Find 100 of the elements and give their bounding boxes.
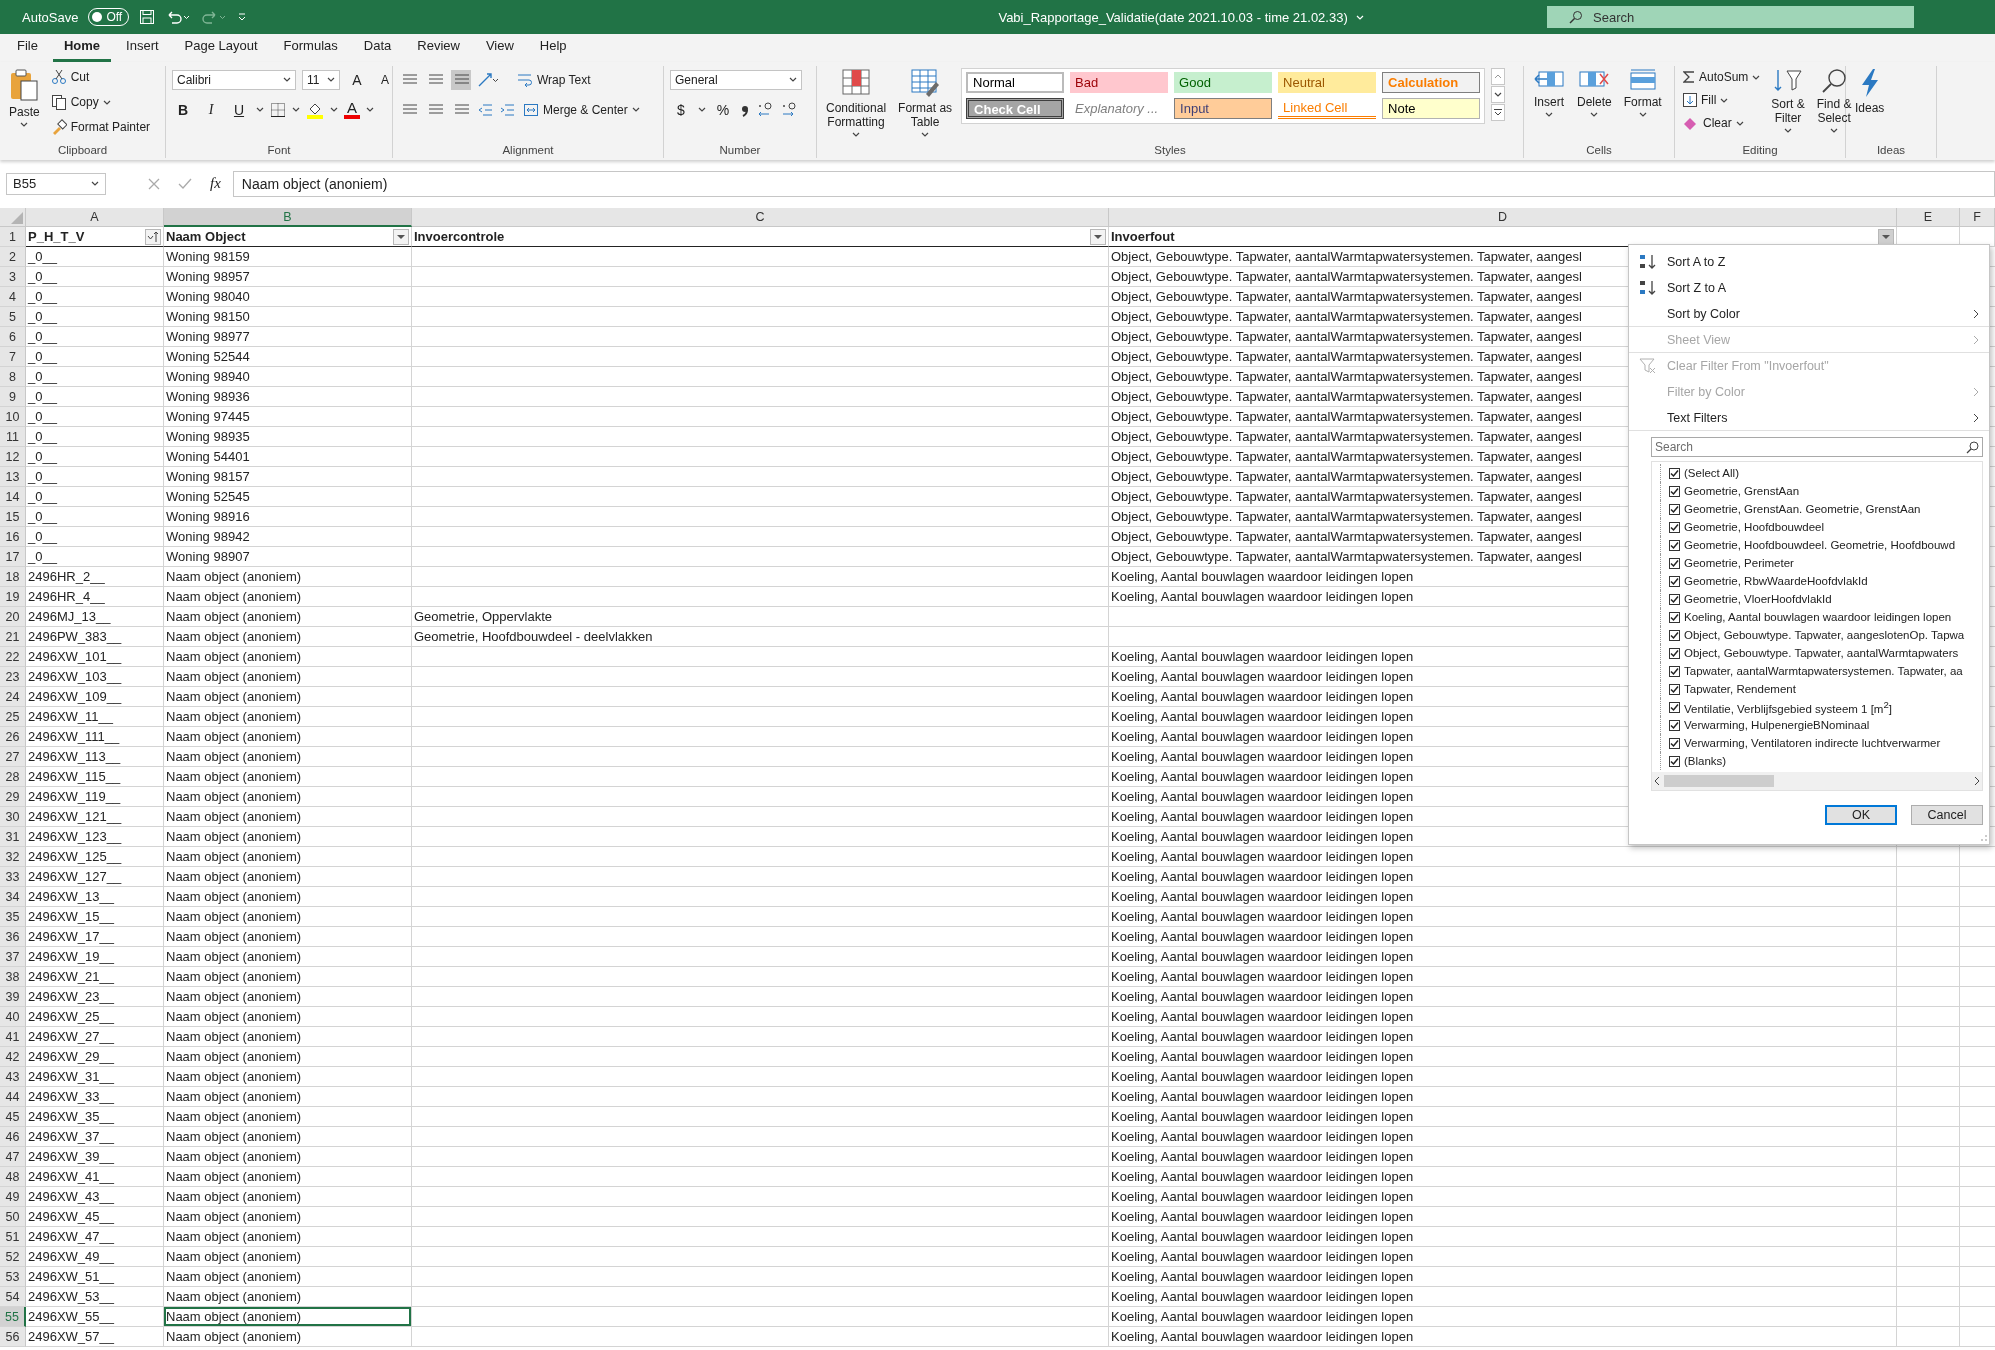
cell-style-option[interactable]: Note bbox=[1382, 98, 1481, 119]
row-header[interactable]: 51 bbox=[0, 1227, 26, 1247]
fill-button[interactable]: Fill bbox=[1681, 89, 1763, 111]
cell-style-option[interactable]: Good bbox=[1174, 72, 1273, 93]
row-header[interactable]: 22 bbox=[0, 647, 26, 667]
menu-item[interactable]: Sort A to Z bbox=[1629, 249, 1989, 275]
row-header[interactable]: 52 bbox=[0, 1247, 26, 1267]
cell-style-option[interactable]: Bad bbox=[1070, 72, 1169, 93]
row-header[interactable]: 31 bbox=[0, 827, 26, 847]
row-header[interactable]: 14 bbox=[0, 487, 26, 507]
row-header[interactable]: 28 bbox=[0, 767, 26, 787]
column-header[interactable]: C bbox=[412, 208, 1109, 227]
row-header[interactable]: 42 bbox=[0, 1047, 26, 1067]
checkbox[interactable] bbox=[1669, 521, 1680, 533]
ribbon-tab[interactable]: Formulas bbox=[272, 34, 349, 62]
row-header[interactable]: 7 bbox=[0, 347, 26, 367]
column-header[interactable]: D bbox=[1109, 208, 1897, 227]
row-header[interactable]: 34 bbox=[0, 887, 26, 907]
row-header[interactable]: 56 bbox=[0, 1327, 26, 1347]
row-header[interactable]: 25 bbox=[0, 707, 26, 727]
format-painter-button[interactable]: Format Painter bbox=[48, 116, 153, 138]
dialog-button[interactable]: Cancel bbox=[1911, 805, 1983, 825]
row-header[interactable]: 54 bbox=[0, 1287, 26, 1307]
number-format-dropdown[interactable]: General bbox=[670, 69, 802, 90]
row-header[interactable]: 38 bbox=[0, 967, 26, 987]
bold-button[interactable]: B bbox=[172, 98, 194, 121]
autosum-button[interactable]: AutoSum bbox=[1681, 66, 1763, 88]
filter-button[interactable] bbox=[1878, 228, 1894, 245]
row-header[interactable]: 18 bbox=[0, 567, 26, 587]
checkbox[interactable] bbox=[1669, 755, 1680, 767]
font-size-dropdown[interactable]: 11 bbox=[302, 69, 340, 90]
cell-style-option[interactable]: Input bbox=[1174, 98, 1273, 119]
checkbox[interactable] bbox=[1669, 683, 1680, 695]
row-header[interactable]: 23 bbox=[0, 667, 26, 687]
checkbox[interactable] bbox=[1669, 665, 1680, 677]
ribbon-tab[interactable]: Review bbox=[406, 34, 471, 62]
row-header[interactable]: 33 bbox=[0, 867, 26, 887]
filter-button[interactable] bbox=[393, 228, 409, 245]
name-box[interactable]: B55 bbox=[6, 172, 106, 195]
borders-icon[interactable] bbox=[270, 101, 286, 118]
row-header[interactable]: 26 bbox=[0, 727, 26, 747]
insert-function-button[interactable]: fx bbox=[210, 175, 221, 192]
row-header[interactable]: 5 bbox=[0, 307, 26, 327]
row-header[interactable]: 12 bbox=[0, 447, 26, 467]
ribbon-tab[interactable]: Page Layout bbox=[173, 34, 269, 62]
row-header[interactable]: 4 bbox=[0, 287, 26, 307]
filter-button[interactable] bbox=[1090, 228, 1106, 245]
row-header[interactable]: 44 bbox=[0, 1087, 26, 1107]
row-header[interactable]: 10 bbox=[0, 407, 26, 427]
search-field[interactable]: Search bbox=[1547, 6, 1914, 28]
row-header[interactable]: 45 bbox=[0, 1107, 26, 1127]
row-header[interactable]: 9 bbox=[0, 387, 26, 407]
row-header[interactable]: 1 bbox=[0, 227, 26, 247]
format-as-table-button[interactable]: Format as Table bbox=[895, 66, 956, 139]
sort-filter-button[interactable]: Sort & Filter bbox=[1768, 66, 1808, 135]
row-header[interactable]: 46 bbox=[0, 1127, 26, 1147]
merge-center-button[interactable]: Merge & Center bbox=[521, 98, 642, 121]
ideas-button[interactable]: Ideas bbox=[1852, 66, 1888, 117]
row-header[interactable]: 29 bbox=[0, 787, 26, 807]
column-header[interactable]: E bbox=[1897, 208, 1960, 227]
decrease-decimal-icon[interactable] bbox=[780, 101, 798, 118]
format-cells-button[interactable]: Format bbox=[1620, 66, 1665, 119]
row-header[interactable]: 32 bbox=[0, 847, 26, 867]
row-header[interactable]: 37 bbox=[0, 947, 26, 967]
row-header[interactable]: 35 bbox=[0, 907, 26, 927]
checkbox[interactable] bbox=[1669, 503, 1680, 515]
save-icon[interactable] bbox=[139, 9, 156, 25]
row-header[interactable]: 8 bbox=[0, 367, 26, 387]
checkbox[interactable] bbox=[1669, 593, 1680, 605]
wrap-text-button[interactable]: Wrap Text bbox=[515, 68, 593, 91]
row-header[interactable]: 13 bbox=[0, 467, 26, 487]
row-header[interactable]: 20 bbox=[0, 607, 26, 627]
row-header[interactable]: 49 bbox=[0, 1187, 26, 1207]
menu-item[interactable]: Sort by Color bbox=[1629, 301, 1989, 327]
row-header[interactable]: 55 bbox=[0, 1307, 26, 1327]
checkbox[interactable] bbox=[1669, 557, 1680, 569]
increase-decimal-icon[interactable] bbox=[756, 101, 774, 118]
column-header[interactable]: A bbox=[26, 208, 164, 227]
checkbox[interactable] bbox=[1669, 485, 1680, 497]
row-header[interactable]: 3 bbox=[0, 267, 26, 287]
checkbox[interactable] bbox=[1669, 575, 1680, 587]
ribbon-tab[interactable]: View bbox=[474, 34, 525, 62]
row-header[interactable]: 21 bbox=[0, 627, 26, 647]
find-select-button[interactable]: Find & Select bbox=[1813, 66, 1855, 135]
checkbox[interactable] bbox=[1669, 467, 1680, 479]
row-header[interactable]: 27 bbox=[0, 747, 26, 767]
checkbox[interactable] bbox=[1669, 539, 1680, 551]
row-header[interactable]: 24 bbox=[0, 687, 26, 707]
row-header[interactable]: 47 bbox=[0, 1147, 26, 1167]
copy-button[interactable]: Copy bbox=[48, 91, 153, 113]
row-header[interactable]: 16 bbox=[0, 527, 26, 547]
resize-grip-icon[interactable] bbox=[1979, 834, 1987, 842]
formula-field[interactable]: Naam object (anoniem) bbox=[232, 170, 1995, 197]
cut-button[interactable]: Cut bbox=[48, 66, 153, 88]
gallery-down-button[interactable] bbox=[1491, 86, 1506, 103]
horizontal-scrollbar[interactable] bbox=[1652, 772, 1982, 790]
clear-button[interactable]: Clear bbox=[1681, 112, 1763, 134]
font-family-dropdown[interactable]: Calibri bbox=[172, 69, 296, 90]
row-header[interactable]: 43 bbox=[0, 1067, 26, 1087]
row-header[interactable]: 11 bbox=[0, 427, 26, 447]
